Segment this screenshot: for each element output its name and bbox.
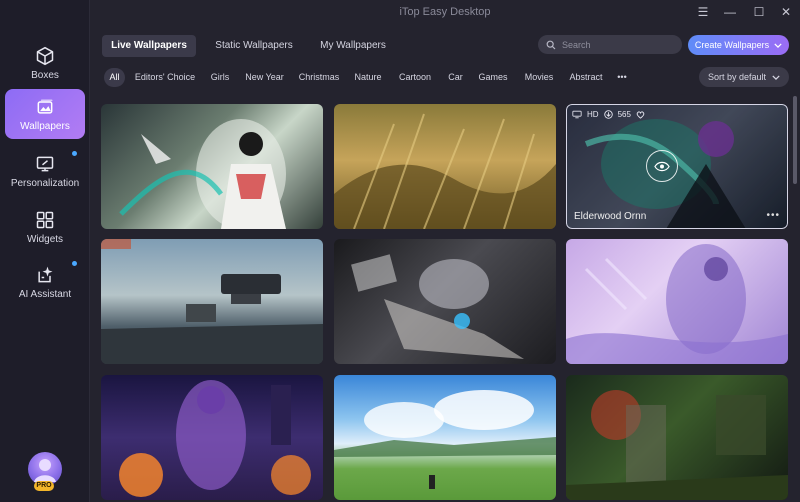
monitor-icon: [572, 110, 582, 119]
category-games[interactable]: Games: [477, 68, 509, 87]
image-icon: [37, 99, 53, 114]
notification-dot: [72, 151, 77, 156]
category-car[interactable]: Car: [445, 68, 466, 87]
category-editors-choice[interactable]: Editors' Choice: [134, 68, 196, 87]
download-icon: [603, 110, 613, 119]
tab-static-wallpapers[interactable]: Static Wallpapers: [207, 35, 301, 57]
sidebar: Boxes Wallpapers Personalization Widgets…: [0, 0, 90, 502]
sidebar-item-label: AI Assistant: [18, 288, 72, 300]
search-input[interactable]: [562, 39, 672, 50]
wallpaper-thumbnail: [334, 390, 556, 489]
wallpaper-card[interactable]: [101, 375, 323, 500]
scrollbar[interactable]: [793, 96, 797, 184]
menu-button[interactable]: ☰: [693, 3, 713, 21]
search-box[interactable]: [538, 35, 682, 54]
wallpaper-thumbnail: [351, 254, 524, 359]
box-icon: [36, 46, 54, 65]
wallpaper-thumbnail: [334, 113, 556, 229]
wallpaper-card[interactable]: [334, 375, 556, 500]
eye-icon: [654, 161, 670, 171]
category-nature[interactable]: Nature: [352, 68, 384, 87]
category-christmas[interactable]: Christmas: [297, 68, 341, 87]
wallpaper-thumbnail: [566, 244, 788, 364]
close-button[interactable]: ✕: [776, 3, 796, 21]
sidebar-item-label: Wallpapers: [20, 120, 70, 132]
ai-icon: [38, 266, 53, 282]
category-new-year[interactable]: New Year: [243, 68, 286, 87]
title-bar: iTop Easy Desktop ☰ — ☐ ✕: [90, 0, 800, 26]
create-wallpapers-button[interactable]: Create Wallpapers: [688, 35, 789, 55]
heart-icon[interactable]: [636, 110, 645, 119]
more-options-button[interactable]: •••: [766, 210, 780, 221]
wallpaper-card[interactable]: [334, 104, 556, 229]
sidebar-item-wallpapers[interactable]: Wallpapers: [5, 89, 85, 139]
wallpaper-card[interactable]: [334, 239, 556, 364]
more-categories-button[interactable]: •••: [614, 68, 630, 87]
category-movies[interactable]: Movies: [521, 68, 557, 87]
create-wallpapers-label: Create Wallpapers: [694, 40, 770, 50]
sidebar-item-widgets[interactable]: Widgets: [5, 202, 85, 252]
sidebar-item-label: Boxes: [31, 69, 59, 81]
notification-dot: [72, 261, 77, 266]
category-cartoon[interactable]: Cartoon: [396, 68, 434, 87]
sort-label: Sort by default: [707, 72, 767, 82]
category-abstract[interactable]: Abstract: [567, 68, 605, 87]
wallpaper-thumbnail: [119, 380, 311, 497]
wallpaper-thumbnail: [566, 390, 788, 500]
chevron-down-icon: [774, 42, 782, 48]
preview-button[interactable]: [646, 150, 678, 182]
sidebar-item-boxes[interactable]: Boxes: [5, 38, 85, 88]
card-meta: HD 565: [572, 110, 645, 119]
category-girls[interactable]: Girls: [207, 68, 233, 87]
download-count: 565: [617, 110, 631, 119]
widgets-icon: [36, 211, 54, 228]
pro-badge: PRO: [34, 481, 54, 491]
search-icon: [546, 40, 556, 49]
sidebar-item-label: Widgets: [26, 233, 64, 245]
monitor-icon: [36, 156, 54, 171]
sidebar-item-label: Personalization: [10, 177, 80, 189]
maximize-button[interactable]: ☐: [749, 3, 769, 21]
wallpaper-card[interactable]: [566, 239, 788, 364]
wallpaper-thumbnail: [119, 119, 286, 229]
minimize-button[interactable]: —: [720, 3, 740, 21]
chevron-down-icon: [772, 74, 780, 80]
sort-dropdown[interactable]: Sort by default: [699, 67, 789, 87]
wallpaper-card-hover[interactable]: HD 565 Elderwood Ornn •••: [566, 104, 788, 229]
wallpaper-card[interactable]: [101, 104, 323, 229]
wallpaper-card[interactable]: [101, 239, 323, 364]
quality-label: HD: [587, 110, 599, 119]
wallpaper-name: Elderwood Ornn: [574, 211, 647, 222]
tab-live-wallpapers[interactable]: Live Wallpapers: [102, 35, 196, 57]
category-all[interactable]: All: [104, 68, 125, 87]
tab-my-wallpapers[interactable]: My Wallpapers: [310, 35, 396, 57]
wallpaper-card[interactable]: [566, 375, 788, 500]
wallpaper-thumbnail: [101, 239, 323, 364]
